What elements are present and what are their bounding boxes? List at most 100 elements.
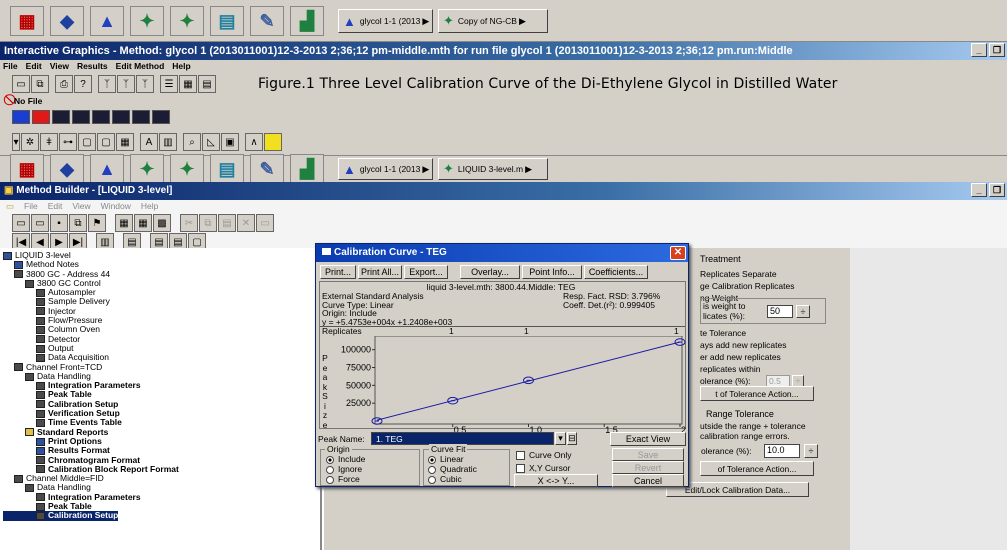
weight-input[interactable]: 50 bbox=[767, 305, 793, 318]
checkbox[interactable] bbox=[516, 451, 525, 461]
origin-force-radio[interactable]: Force bbox=[326, 474, 360, 484]
checkbox[interactable] bbox=[516, 464, 525, 474]
gears-icon[interactable]: ✦ bbox=[170, 154, 204, 184]
radio[interactable] bbox=[326, 465, 334, 474]
radio-selected[interactable] bbox=[326, 455, 334, 464]
close-button[interactable]: ✕ bbox=[670, 246, 686, 260]
fit-cubic-radio[interactable]: Cubic bbox=[428, 474, 462, 484]
red-block[interactable] bbox=[32, 110, 50, 124]
menu-file[interactable]: File bbox=[3, 61, 18, 71]
list-icon[interactable]: ☰ bbox=[160, 75, 178, 93]
cancel-button[interactable]: Cancel bbox=[612, 474, 684, 487]
range-action-button[interactable]: of Tolerance Action... bbox=[700, 461, 814, 476]
range-tol-input[interactable]: 10.0 bbox=[764, 444, 800, 458]
paste-icon[interactable]: ▤ bbox=[218, 214, 236, 232]
grid-icon[interactable]: ▦ bbox=[115, 214, 133, 232]
xy-cursor-checkbox[interactable]: X,Y Cursor bbox=[516, 463, 570, 474]
delete-icon[interactable]: ✕ bbox=[237, 214, 255, 232]
tolerance-action-button[interactable]: t of Tolerance Action... bbox=[700, 386, 814, 401]
menu-help[interactable]: Help bbox=[172, 61, 190, 71]
notepad-icon[interactable]: ▤ bbox=[210, 6, 244, 36]
restore-button[interactable]: ❐ bbox=[989, 43, 1005, 57]
coefficients-button[interactable]: Coefficients... bbox=[584, 265, 648, 279]
wave-icon[interactable]: ∧ bbox=[245, 133, 263, 151]
notepad-icon[interactable]: ▤ bbox=[210, 154, 244, 184]
menu-edit[interactable]: Edit bbox=[26, 61, 42, 71]
open-icon[interactable]: ▭ bbox=[12, 75, 30, 93]
gray-icon[interactable]: ▣ bbox=[221, 133, 239, 151]
flag-icon[interactable]: ⚑ bbox=[88, 214, 106, 232]
blue-block[interactable] bbox=[12, 110, 30, 124]
box-icon[interactable]: ▢ bbox=[78, 133, 96, 151]
dark-block[interactable] bbox=[92, 110, 110, 124]
minimize-button[interactable]: _ bbox=[971, 183, 987, 197]
tools-icon[interactable]: ✦ bbox=[130, 6, 164, 36]
gears-icon[interactable]: ✦ bbox=[170, 6, 204, 36]
peak-list-button[interactable]: ⊟ bbox=[567, 432, 577, 445]
peak-right-icon[interactable]: ᛉ bbox=[136, 75, 154, 93]
copy-icon[interactable]: ⧉ bbox=[31, 75, 49, 93]
menu-view[interactable]: View bbox=[72, 201, 90, 211]
radio-selected[interactable] bbox=[428, 455, 436, 464]
area-icon[interactable]: ◺ bbox=[202, 133, 220, 151]
point-info-button[interactable]: Point Info... bbox=[522, 265, 582, 279]
print-button[interactable]: Print... bbox=[320, 265, 356, 279]
menu-edit[interactable]: Edit bbox=[48, 201, 63, 211]
tol-line2[interactable]: er add new replicates bbox=[700, 351, 830, 363]
save-button[interactable]: Save bbox=[612, 448, 684, 461]
peak-mid-icon[interactable]: ᛉ bbox=[117, 75, 135, 93]
radio[interactable] bbox=[326, 475, 334, 484]
export-button[interactable]: Export... bbox=[404, 265, 448, 279]
fit-linear-radio[interactable]: Linear bbox=[428, 454, 464, 464]
table-icon[interactable]: ▤ bbox=[198, 75, 216, 93]
range-tol-spinner[interactable]: ÷ bbox=[804, 444, 818, 458]
calendar-icon[interactable]: ▦ bbox=[10, 154, 44, 184]
cut-icon[interactable]: ✂ bbox=[180, 214, 198, 232]
peak-icon[interactable]: ▲ bbox=[90, 154, 124, 184]
dark-block[interactable] bbox=[152, 110, 170, 124]
copy-icon[interactable]: ⧉ bbox=[69, 214, 87, 232]
marker-icon[interactable]: ✲ bbox=[21, 133, 39, 151]
radio[interactable] bbox=[428, 475, 436, 484]
minimize-button[interactable]: _ bbox=[971, 43, 987, 57]
help-icon[interactable]: ? bbox=[74, 75, 92, 93]
menu-help[interactable]: Help bbox=[141, 201, 158, 211]
zoom-icon[interactable]: ⌕ bbox=[183, 133, 201, 151]
revert-button[interactable]: Revert bbox=[612, 461, 684, 474]
menu-window[interactable]: Window bbox=[101, 201, 131, 211]
dark-block[interactable] bbox=[72, 110, 90, 124]
replicates-separate-option[interactable]: Replicates Separate bbox=[700, 268, 830, 280]
task-copy[interactable]: ✦ Copy of NG-CB ▶ bbox=[438, 9, 548, 33]
tol-line1[interactable]: ays add new replicates bbox=[700, 339, 830, 351]
menu-view[interactable]: View bbox=[50, 61, 69, 71]
average-calibration-option[interactable]: ge Calibration Replicates bbox=[700, 280, 830, 292]
save-icon[interactable]: ▪ bbox=[50, 214, 68, 232]
pen-icon[interactable]: ✎ bbox=[250, 154, 284, 184]
dark-block[interactable] bbox=[52, 110, 70, 124]
menu-file[interactable]: File bbox=[24, 201, 38, 211]
radio[interactable] bbox=[428, 465, 436, 474]
restore-button[interactable]: ❐ bbox=[989, 183, 1005, 197]
chart-icon[interactable]: ▟ bbox=[290, 6, 324, 36]
shapes-icon[interactable]: ◆ bbox=[50, 6, 84, 36]
menu-results[interactable]: Results bbox=[77, 61, 108, 71]
dropdown-arrow[interactable]: ▾ bbox=[555, 432, 566, 445]
task-glycol[interactable]: ▲ glycol 1-1 (2013 ▶ bbox=[338, 158, 433, 180]
open-icon[interactable]: ▭ bbox=[31, 214, 49, 232]
fit-quadratic-radio[interactable]: Quadratic bbox=[428, 464, 477, 474]
curve-only-checkbox[interactable]: Curve Only bbox=[516, 450, 572, 461]
text-a-icon[interactable]: A bbox=[140, 133, 158, 151]
grid2-icon[interactable]: ▦ bbox=[116, 133, 134, 151]
origin-ignore-radio[interactable]: Ignore bbox=[326, 464, 362, 474]
window-icon[interactable]: ▭ bbox=[256, 214, 274, 232]
split-icon[interactable]: ǂ bbox=[40, 133, 58, 151]
shapes-icon[interactable]: ◆ bbox=[50, 154, 84, 184]
box2-icon[interactable]: ▢ bbox=[97, 133, 115, 151]
origin-include-radio[interactable]: Include bbox=[326, 454, 365, 464]
print-icon[interactable]: ⎙ bbox=[55, 75, 73, 93]
swap-xy-button[interactable]: X <-> Y... bbox=[514, 474, 598, 487]
dark-block[interactable] bbox=[112, 110, 130, 124]
tree-item[interactable]: Calibration Setup bbox=[3, 511, 119, 521]
tools-icon[interactable]: ✦ bbox=[130, 154, 164, 184]
report-icon[interactable]: ▩ bbox=[153, 214, 171, 232]
